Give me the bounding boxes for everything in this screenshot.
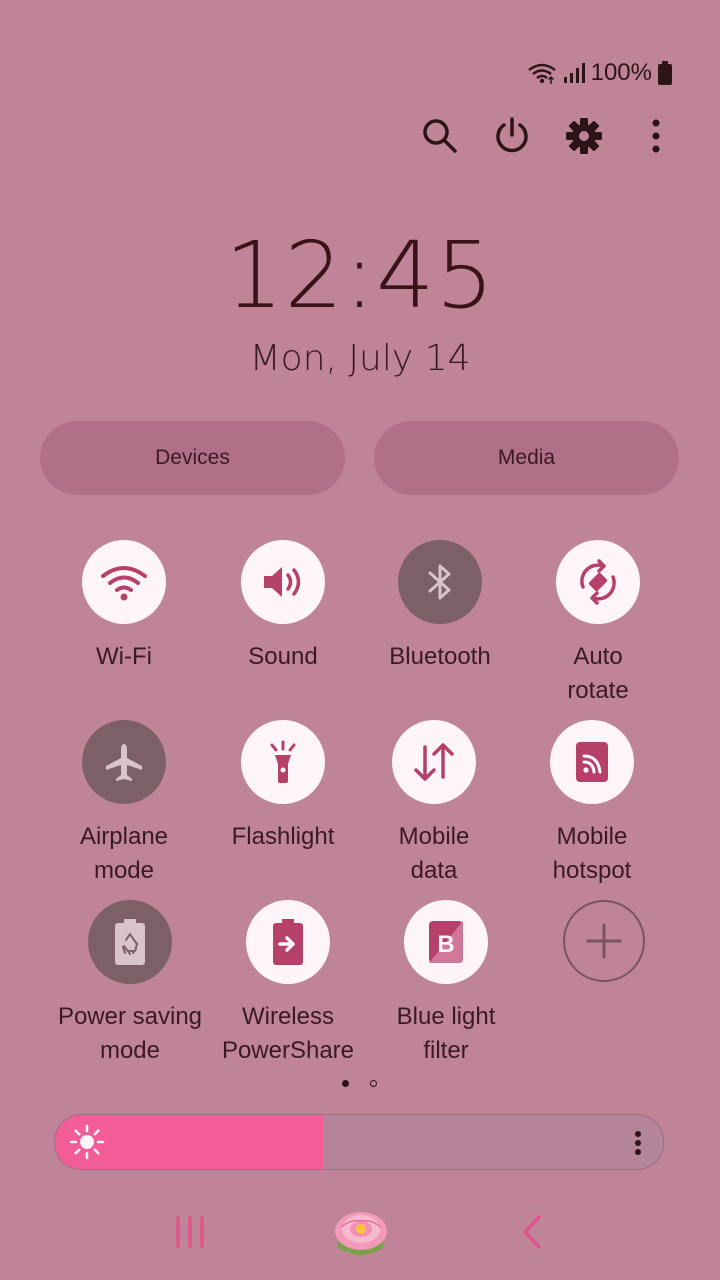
tile-auto-rotate-label: Auto rotate (567, 643, 629, 704)
battery-percent: 100% (590, 59, 652, 86)
more-icon (652, 119, 660, 153)
settings-button[interactable] (560, 112, 608, 160)
airplane-icon (106, 744, 142, 781)
tile-power-saving-label: Power saving mode (57, 1003, 203, 1064)
blue-light-icon: B (429, 921, 463, 963)
tile-airplane-button[interactable] (82, 720, 166, 804)
tile-mobile-data[interactable]: Mobile data (354, 720, 514, 888)
search-button[interactable] (416, 112, 464, 160)
recents-icon (176, 1216, 204, 1248)
more-options-button[interactable] (632, 112, 680, 160)
tile-flashlight-label: Flashlight (231, 823, 335, 850)
clock-date[interactable]: Mon, July 14 (0, 338, 720, 379)
power-button[interactable] (488, 112, 536, 160)
power-saving-icon (115, 919, 145, 965)
flashlight-icon (270, 740, 296, 783)
clock-time[interactable]: 12:45 (0, 222, 720, 329)
status-bar: 100% (527, 58, 672, 88)
tile-flashlight[interactable]: Flashlight (203, 720, 363, 854)
tile-mobile-data-button[interactable] (392, 720, 476, 804)
tile-blue-light-label: Blue light filter (396, 1003, 496, 1064)
tile-powershare[interactable]: Wireless PowerShare (208, 900, 368, 1068)
tile-wifi[interactable]: Wi-Fi (44, 540, 204, 674)
tile-sound-button[interactable] (241, 540, 325, 624)
mobile-data-icon (414, 743, 454, 781)
brightness-slider[interactable] (54, 1114, 664, 1170)
tile-mobile-data-label: Mobile data (398, 823, 470, 884)
tile-auto-rotate-button[interactable] (556, 540, 640, 624)
tile-airplane-label: Airplane mode (79, 823, 169, 884)
tile-hotspot-button[interactable] (550, 720, 634, 804)
hotspot-icon (576, 742, 608, 782)
page-indicator-dot-active (342, 1080, 349, 1087)
back-icon (523, 1215, 541, 1249)
home-icon (335, 1212, 387, 1255)
tile-bluetooth[interactable]: Bluetooth (360, 540, 520, 674)
tile-hotspot[interactable]: Mobile hotspot (512, 720, 672, 888)
auto-rotate-icon (580, 559, 616, 605)
powershare-icon (273, 919, 303, 965)
settings-icon (566, 118, 602, 154)
wifi-icon (101, 566, 147, 601)
devices-button[interactable]: Devices (40, 421, 345, 495)
tile-power-saving-button[interactable] (88, 900, 172, 984)
tile-sound-label: Sound (248, 643, 318, 670)
tile-powershare-button[interactable] (246, 900, 330, 984)
tile-wifi-button[interactable] (82, 540, 166, 624)
recents-button[interactable] (166, 1208, 214, 1256)
devices-label: Devices (155, 446, 230, 469)
media-label: Media (497, 446, 556, 469)
add-icon (586, 923, 622, 959)
wifi-icon (527, 63, 556, 84)
media-button[interactable]: Media (374, 421, 679, 495)
sound-icon (264, 567, 301, 597)
tile-power-saving[interactable]: Power saving mode (50, 900, 210, 1068)
signal-icon (563, 63, 585, 83)
tile-bluetooth-button[interactable] (398, 540, 482, 624)
bluetooth-icon (428, 564, 451, 600)
tile-auto-rotate[interactable]: Auto rotate (518, 540, 678, 708)
tile-bluetooth-label: Bluetooth (389, 643, 491, 670)
power-icon (496, 117, 528, 153)
tile-add[interactable] (524, 900, 684, 982)
add-tile-button[interactable] (563, 900, 645, 982)
tile-flashlight-button[interactable] (241, 720, 325, 804)
tile-hotspot-label: Mobile hotspot (552, 823, 632, 884)
svg-text:B: B (437, 931, 454, 958)
tile-sound[interactable]: Sound (203, 540, 363, 674)
tile-airplane[interactable]: Airplane mode (44, 720, 204, 888)
back-button[interactable] (508, 1208, 556, 1256)
tile-blue-light[interactable]: B Blue light filter (366, 900, 526, 1068)
tile-blue-light-button[interactable]: B (404, 900, 488, 984)
brightness-icon (69, 1124, 105, 1160)
page-indicator-dot (370, 1080, 377, 1087)
tile-powershare-label: Wireless PowerShare (221, 1003, 355, 1064)
search-icon (423, 119, 457, 153)
brightness-more-icon[interactable] (633, 1130, 643, 1156)
battery-icon (658, 61, 672, 85)
tile-wifi-label: Wi-Fi (96, 643, 152, 670)
home-button[interactable] (330, 1208, 392, 1256)
